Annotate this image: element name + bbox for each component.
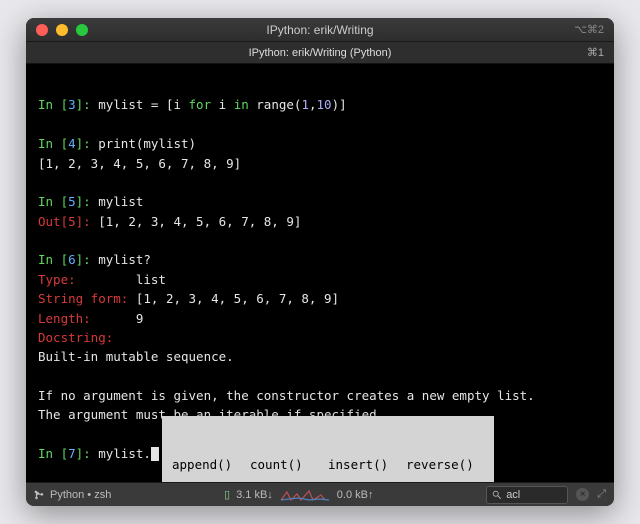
introspect-length: Length: 9 xyxy=(38,311,143,326)
zoom-icon[interactable] xyxy=(76,24,88,36)
traffic-lights xyxy=(36,24,88,36)
branch-icon xyxy=(34,489,44,501)
in-prompt: In [4]: xyxy=(38,136,98,151)
completion-item[interactable]: append() xyxy=(172,456,250,474)
in-prompt: In [6]: xyxy=(38,252,98,267)
docstring-line: If no argument is given, the constructor… xyxy=(38,388,535,403)
completion-item[interactable]: insert() xyxy=(328,456,406,474)
tab-active[interactable]: IPython: erik/Writing (Python) xyxy=(249,47,392,59)
status-bar: Python • zsh ▯ 3.1 kB↓ 0.0 kB↑ × ⤢ xyxy=(26,482,614,506)
completion-row: append()count()insert()reverse() xyxy=(172,456,484,474)
search-input-wrapper[interactable] xyxy=(486,486,568,504)
clear-search-icon[interactable]: × xyxy=(576,488,589,501)
stdout-line: [1, 2, 3, 4, 5, 6, 7, 8, 9] xyxy=(38,156,241,171)
window-title: IPython: erik/Writing xyxy=(26,23,614,37)
completion-item[interactable]: reverse() xyxy=(406,456,484,474)
titlebar[interactable]: IPython: erik/Writing ⌥⌘2 xyxy=(26,18,614,42)
minimize-icon[interactable] xyxy=(56,24,68,36)
net-up: 0.0 kB↑ xyxy=(337,489,374,501)
tab-shortcut: ⌘1 xyxy=(587,46,604,59)
expand-icon[interactable]: ⤢ xyxy=(597,488,606,501)
completion-popup[interactable]: append()count()insert()reverse() clear()… xyxy=(162,416,494,482)
search-input[interactable] xyxy=(506,489,554,501)
process-label: Python • zsh xyxy=(50,489,111,501)
in-prompt: In [5]: xyxy=(38,194,98,209)
out-prompt: Out[5]: xyxy=(38,214,98,229)
in-prompt: In [7]: xyxy=(38,446,98,461)
tab-bar: IPython: erik/Writing (Python) ⌘1 xyxy=(26,42,614,64)
net-down: 3.1 kB↓ xyxy=(236,489,273,501)
sparkline-icon xyxy=(279,488,331,502)
introspect-docstring-label: Docstring: xyxy=(38,330,113,345)
introspect-string-form: String form: [1, 2, 3, 4, 5, 6, 7, 8, 9] xyxy=(38,291,339,306)
completion-item[interactable]: count() xyxy=(250,456,328,474)
cursor xyxy=(151,447,159,461)
in-prompt: In [3]: xyxy=(38,97,98,112)
terminal-body[interactable]: In [3]: mylist = [i for i in range(1,10)… xyxy=(26,64,614,482)
shortcut-hint: ⌥⌘2 xyxy=(574,23,604,36)
terminal-window: IPython: erik/Writing ⌥⌘2 IPython: erik/… xyxy=(26,18,614,506)
introspect-type: Type: list xyxy=(38,272,166,287)
search-icon xyxy=(492,490,502,500)
docstring-line: Built-in mutable sequence. xyxy=(38,349,234,364)
close-icon[interactable] xyxy=(36,24,48,36)
